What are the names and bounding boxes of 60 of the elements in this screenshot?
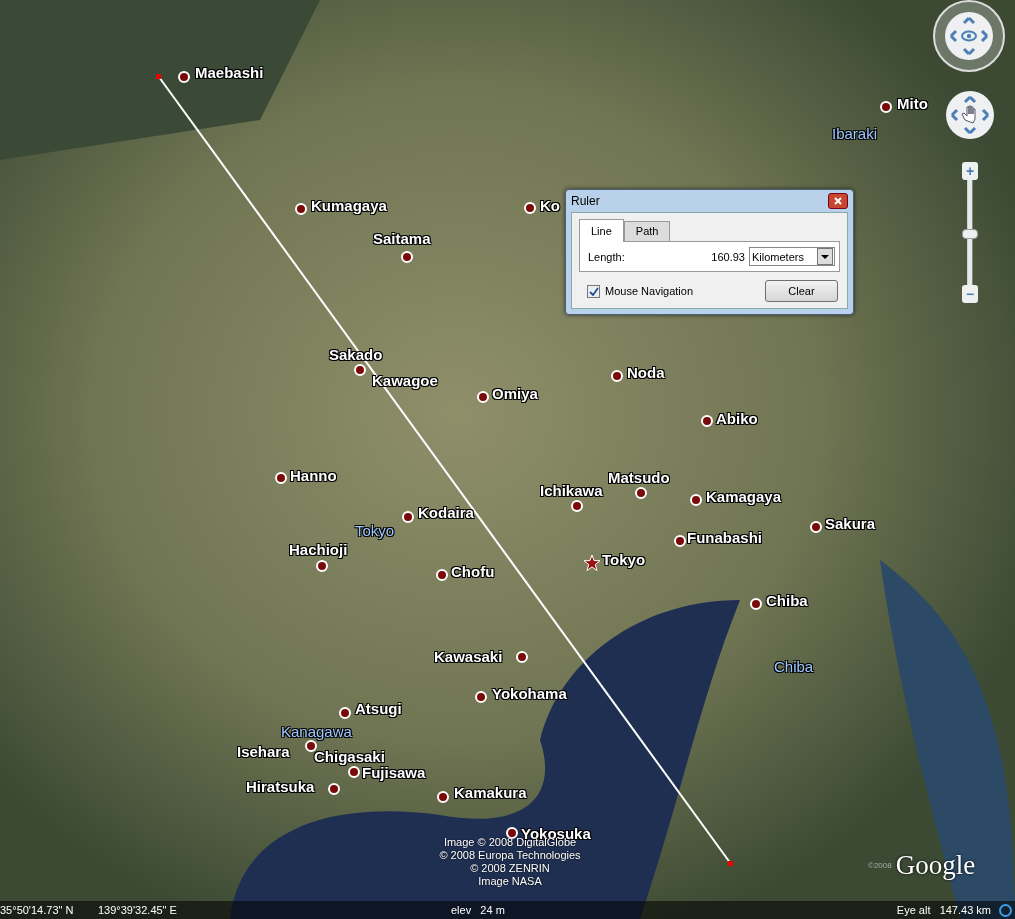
city-label: Kawasaki <box>434 647 503 665</box>
city-label: Funabashi <box>687 528 762 546</box>
city-label: Yokohama <box>492 684 567 702</box>
region-label: Tokyo <box>355 521 395 539</box>
clear-button[interactable]: Clear <box>765 280 838 302</box>
length-label: Length: <box>588 250 626 263</box>
region-label: Kanagawa <box>281 722 352 740</box>
attribution-text: © 2008 ZENRIN <box>470 862 550 875</box>
city-label: Hanno <box>290 466 337 484</box>
city-label: Chigasaki <box>314 747 385 765</box>
city-label: Kumagaya <box>311 196 387 214</box>
star-icon <box>584 555 600 571</box>
city-label: Fujisawa <box>362 763 426 781</box>
check-icon <box>588 286 599 296</box>
city-label: Maebashi <box>195 63 264 81</box>
city-label: Atsugi <box>355 699 402 717</box>
streaming-indicator-icon <box>999 903 1012 917</box>
city-label: Ichikawa <box>540 481 603 499</box>
city-label: Chiba <box>766 591 808 609</box>
region-label: Chiba <box>774 657 814 675</box>
city-label: Hiratsuka <box>246 777 315 795</box>
attribution-text: Image NASA <box>478 875 542 888</box>
city-label: Tokyo <box>602 550 646 568</box>
look-joystick[interactable] <box>933 0 1005 72</box>
zoom-in-button[interactable]: + <box>962 162 978 180</box>
mouse-navigation-checkbox[interactable]: Mouse Navigation <box>587 284 694 298</box>
city-label: Kamakura <box>454 783 527 801</box>
slider-thumb[interactable] <box>962 228 978 239</box>
city-label: Ko <box>540 196 560 214</box>
city-label: Isehara <box>237 742 290 760</box>
city-marker-icon <box>506 827 518 839</box>
longitude-text: 139°39'32.45" E <box>98 904 178 916</box>
latitude-text: 35°50'14.73" N <box>0 904 75 916</box>
city-label: Kodaira <box>418 503 474 521</box>
tab[interactable]: Line <box>579 219 624 242</box>
caret-icon <box>821 254 829 259</box>
pan-joystick[interactable] <box>945 90 995 140</box>
city-label: Chofu <box>451 562 495 580</box>
close-button[interactable] <box>828 193 848 209</box>
city-label: Saitama <box>373 229 431 247</box>
tab[interactable]: Path <box>623 221 671 241</box>
dialog-title: Ruler <box>571 194 600 208</box>
zoom-out-button[interactable]: − <box>962 285 978 303</box>
city-label: Hachioji <box>289 540 348 558</box>
close-icon <box>833 196 843 206</box>
city-label: Mito <box>897 94 928 112</box>
city-label: Abiko <box>716 409 758 427</box>
eye-altitude-text: Eye alt 147.43 km <box>896 904 991 916</box>
unit-dropdown[interactable]: Kilometers <box>749 247 835 266</box>
city-label: Noda <box>627 363 665 381</box>
google-logo: Google <box>895 850 976 881</box>
city-label: Sakura <box>825 514 876 532</box>
attribution-text: © 2008 Europa Technologies <box>439 849 581 862</box>
region-label: Ibaraki <box>832 124 878 142</box>
elevation-text: elev 24 m <box>451 904 506 916</box>
city-label: Omiya <box>492 384 538 402</box>
length-value: 160.93 <box>711 250 745 263</box>
city-label: Matsudo <box>608 468 670 486</box>
copyright-year: ©2008 <box>868 861 892 870</box>
city-label: Kamagaya <box>706 487 782 505</box>
